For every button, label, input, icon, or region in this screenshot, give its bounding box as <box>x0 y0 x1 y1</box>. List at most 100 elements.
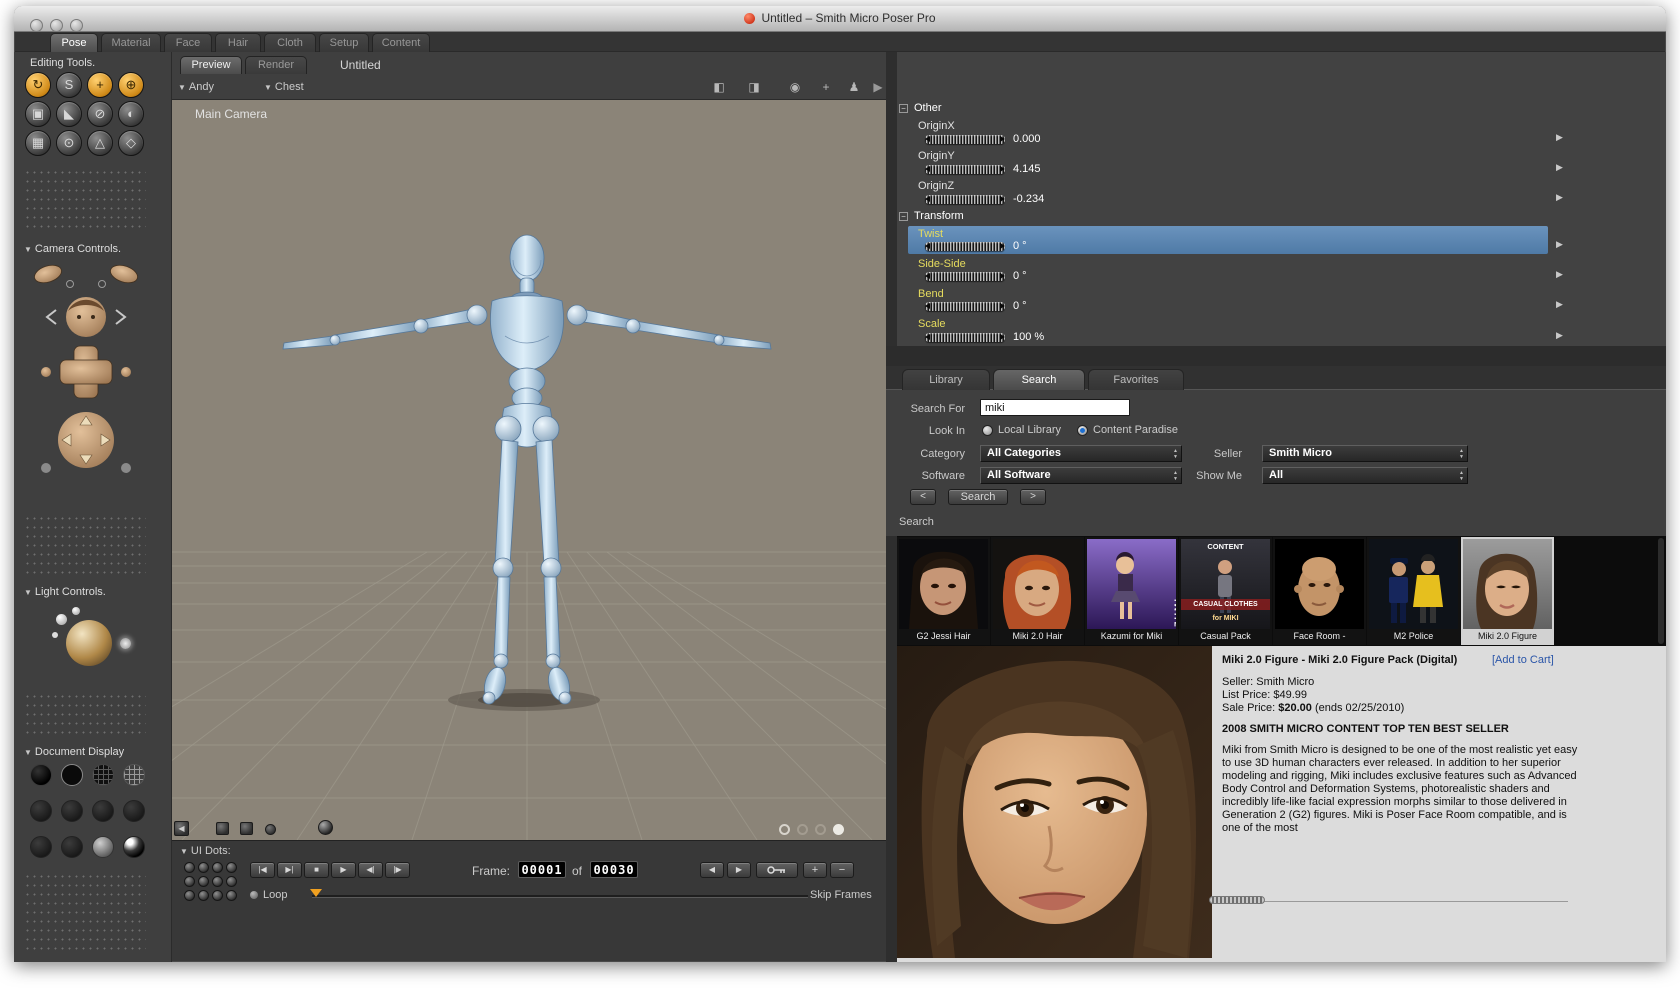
param-menu-arrow[interactable]: ▶ <box>1556 192 1563 203</box>
loop-indicator[interactable] <box>250 891 258 899</box>
add-frames-button[interactable]: + <box>803 862 827 878</box>
side-side-dial[interactable] <box>925 272 1005 281</box>
preview-dot-1[interactable] <box>779 824 790 835</box>
display-style-cartoon[interactable] <box>123 800 145 822</box>
tray-pull-tab[interactable]: ◀ <box>174 821 189 836</box>
skip-frames-label[interactable]: Skip Frames <box>810 889 872 901</box>
color-tool-icon[interactable]: ◐ <box>118 101 144 127</box>
param-label-side-side[interactable]: Side-Side <box>918 258 966 270</box>
timeline-slider-track[interactable] <box>312 895 808 898</box>
tab-face[interactable]: Face <box>164 33 212 52</box>
add-to-cart-link[interactable]: [Add to Cart] <box>1492 654 1554 666</box>
forward-button[interactable]: ▶ <box>727 862 751 878</box>
play-button[interactable]: ▶ <box>331 862 356 878</box>
camera-name-label[interactable]: Main Camera <box>195 107 267 121</box>
display-style-texture-shaded[interactable] <box>123 836 145 858</box>
param-value-bend[interactable]: 0 ° <box>1013 300 1027 312</box>
ui-dot[interactable] <box>184 862 195 873</box>
light-sphere[interactable] <box>66 620 112 666</box>
collapse-group-icon[interactable]: − <box>899 212 908 221</box>
light-dot[interactable] <box>72 607 80 615</box>
local-library-label[interactable]: Local Library <box>998 424 1061 436</box>
view-magnifier-tool-icon[interactable]: ⊙ <box>56 130 82 156</box>
light-dot[interactable] <box>52 632 58 638</box>
originz-dial[interactable] <box>925 195 1005 204</box>
category-dropdown[interactable]: All Categories ▲ ▼ <box>980 445 1182 462</box>
shadow-toggle-icon[interactable] <box>240 822 253 835</box>
seller-dropdown[interactable]: Smith Micro ▲ ▼ <box>1262 445 1468 462</box>
display-style-lit-wireframe[interactable] <box>123 764 145 786</box>
ground-toggle-icon[interactable] <box>265 824 276 835</box>
search-input[interactable] <box>980 399 1130 416</box>
bend-dial[interactable] <box>925 302 1005 311</box>
search-result-tile[interactable]: Face Room - <box>1273 537 1366 645</box>
step-forward-button[interactable]: |▶ <box>385 862 410 878</box>
light-controls[interactable] <box>52 606 142 680</box>
search-result-tile[interactable]: M2 Police <box>1367 537 1460 645</box>
camera-controls[interactable] <box>26 260 146 493</box>
param-value-originx[interactable]: 0.000 <box>1013 133 1041 145</box>
param-menu-arrow[interactable]: ▶ <box>1556 239 1563 250</box>
search-result-tile[interactable]: Miki 2.0 Hair <box>991 537 1084 645</box>
ui-dot[interactable] <box>184 876 195 887</box>
param-label-bend[interactable]: Bend <box>918 288 944 300</box>
ui-dot[interactable] <box>212 862 223 873</box>
move-icon[interactable]: + <box>817 80 835 96</box>
current-frame-counter[interactable]: 00001 <box>518 861 566 878</box>
param-label-twist[interactable]: Twist <box>918 228 943 240</box>
originy-dial[interactable] <box>925 165 1005 174</box>
param-value-scale[interactable]: 100 % <box>1013 331 1044 343</box>
search-result-tile[interactable]: G2 Jessi Hair <box>897 537 990 645</box>
rewind-button[interactable]: ◀ <box>700 862 724 878</box>
group-other-label[interactable]: Other <box>914 102 942 114</box>
tab-favorites[interactable]: Favorites <box>1088 369 1184 390</box>
timeline-slider-marker[interactable] <box>310 889 322 897</box>
display-style-silhouette[interactable] <box>30 764 52 786</box>
search-button[interactable]: Search <box>948 489 1008 505</box>
description-scrollbar-thumb[interactable] <box>1209 896 1265 904</box>
param-menu-arrow[interactable]: ▶ <box>1556 162 1563 173</box>
tab-library[interactable]: Library <box>902 369 990 390</box>
loop-label[interactable]: Loop <box>263 889 287 901</box>
grouping-tool-icon[interactable]: ▦ <box>25 130 51 156</box>
display-style-cartoon-lined[interactable] <box>30 836 52 858</box>
total-frames-counter[interactable]: 00030 <box>590 861 638 878</box>
ui-dot[interactable] <box>198 876 209 887</box>
ui-dot[interactable] <box>226 876 237 887</box>
param-label-originx[interactable]: OriginX <box>918 120 955 132</box>
translate-inout-tool-icon[interactable]: ⊕ <box>118 72 144 98</box>
display-style-hidden-line[interactable] <box>30 800 52 822</box>
param-menu-arrow[interactable]: ▶ <box>1556 269 1563 280</box>
preview-dot-2[interactable] <box>797 824 808 835</box>
search-result-tile[interactable]: KAZUMI Kazumi for Miki <box>1085 537 1178 645</box>
taper-tool-icon[interactable]: ◣ <box>56 101 82 127</box>
ui-dot[interactable] <box>184 890 195 901</box>
local-library-radio[interactable] <box>982 425 993 436</box>
disclosure-icon[interactable]: ▼ <box>24 748 32 757</box>
twist-tool-icon[interactable]: S <box>56 72 82 98</box>
param-menu-arrow[interactable]: ▶ <box>1556 330 1563 341</box>
description-scrollbar-track[interactable] <box>1212 901 1568 902</box>
software-dropdown[interactable]: All Software ▲ ▼ <box>980 467 1182 484</box>
param-label-originz[interactable]: OriginZ <box>918 180 954 192</box>
tab-material[interactable]: Material <box>101 33 161 52</box>
search-result-tile-selected[interactable]: Miki 2.0 Figure <box>1461 537 1554 645</box>
panel-expand-icon[interactable]: ▶ <box>869 80 887 96</box>
rotate-tool-icon[interactable]: ↻ <box>25 72 51 98</box>
tab-preview[interactable]: Preview <box>180 56 242 74</box>
disclosure-icon[interactable]: ▼ <box>24 588 32 597</box>
next-page-button[interactable]: > <box>1020 489 1046 505</box>
display-style-flat-lined[interactable] <box>92 800 114 822</box>
chain-break-tool-icon[interactable]: ⊘ <box>87 101 113 127</box>
tracking-ball-icon[interactable] <box>318 820 333 835</box>
preview-dot-3[interactable] <box>815 824 826 835</box>
direct-manipulation-tool-icon[interactable]: ◇ <box>118 130 144 156</box>
add-keyframe-button[interactable] <box>756 862 798 878</box>
disclosure-icon[interactable]: ▼ <box>180 847 188 856</box>
prev-page-button[interactable]: < <box>910 489 936 505</box>
param-value-originy[interactable]: 4.145 <box>1013 163 1041 175</box>
first-frame-button[interactable]: |◀ <box>250 862 275 878</box>
show-me-dropdown[interactable]: All ▲ ▼ <box>1262 467 1468 484</box>
camera-flyaround-icon[interactable]: ◨ <box>745 80 763 96</box>
twist-dial[interactable] <box>925 242 1005 251</box>
